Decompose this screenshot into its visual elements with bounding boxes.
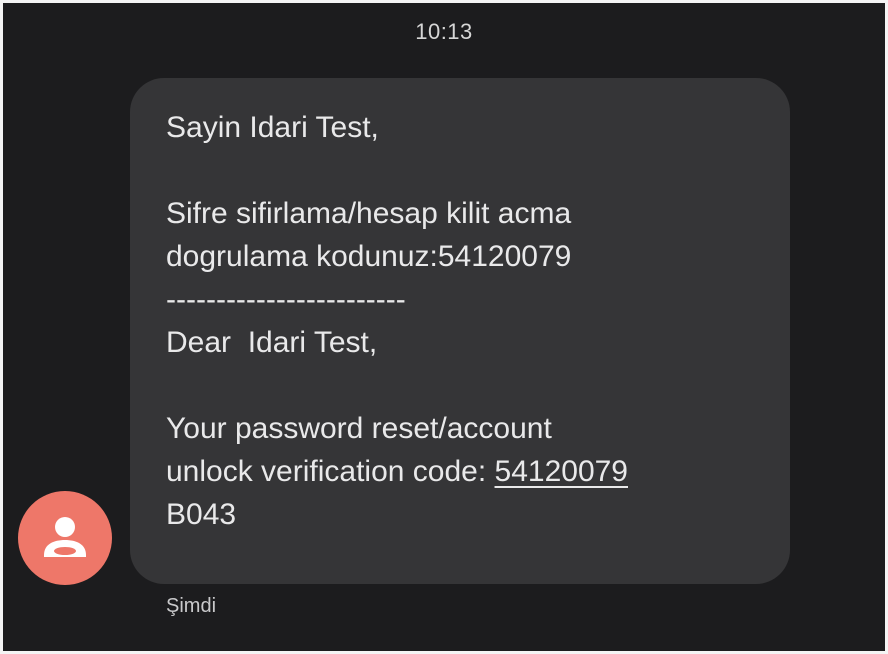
body-english-line-2-text: unlock verification code:: [166, 455, 495, 488]
greeting-turkish: Sayin Idari Test,: [166, 111, 379, 144]
person-icon: [44, 517, 86, 557]
body-turkish-line-2: dogrulama kodunuz:54120079: [166, 240, 572, 273]
greeting-english: Dear Idari Test,: [166, 326, 378, 359]
separator-line: ------------------------: [166, 283, 406, 316]
verification-code-link[interactable]: 54120079: [495, 455, 628, 488]
message-sent-time: Şimdi: [166, 595, 217, 617]
sender-avatar[interactable]: [18, 491, 112, 585]
timestamp-header: 10:13: [415, 19, 473, 44]
message-thread-screen: 10:13 Sayin Idari Test, Sifre sifirlama/…: [0, 0, 888, 654]
body-turkish-line-1: Sifre sifirlama/hesap kilit acma: [166, 197, 572, 230]
message-bubble[interactable]: Sayin Idari Test, Sifre sifirlama/hesap …: [130, 78, 790, 584]
reference-code: B043: [166, 498, 237, 531]
body-english-line-1: Your password reset/account: [166, 412, 552, 445]
body-english-line-2: unlock verification code: 54120079: [166, 450, 754, 493]
